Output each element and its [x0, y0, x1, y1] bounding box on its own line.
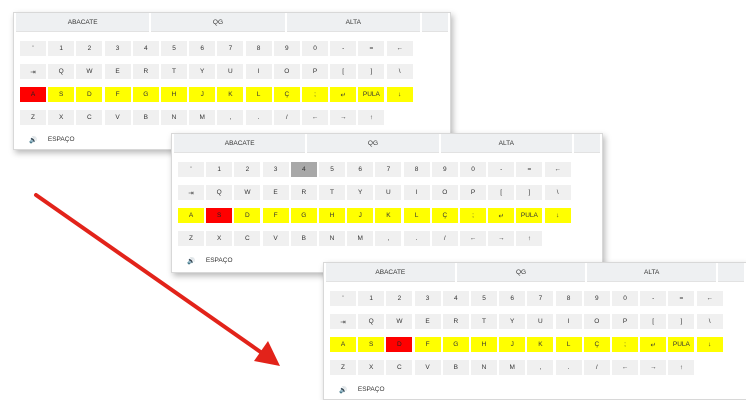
- red-diagonal-arrow: [34, 193, 280, 366]
- arrow-head: [254, 341, 280, 366]
- arrow-shaft: [34, 193, 264, 355]
